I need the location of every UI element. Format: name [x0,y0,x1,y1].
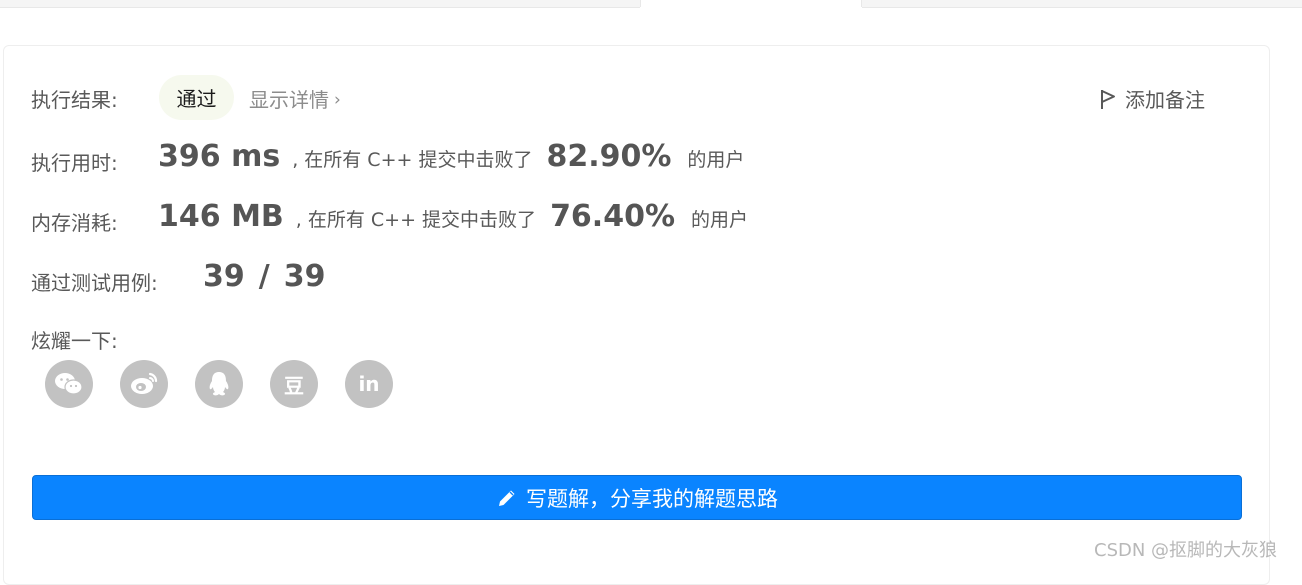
write-solution-button[interactable]: 写题解，分享我的解题思路 [32,475,1242,520]
testcases-separator: / [258,259,270,294]
linkedin-icon[interactable]: in [345,360,393,408]
memory-value: 146 MB [158,199,284,234]
runtime-value: 396 ms [158,139,281,174]
result-label: 执行结果: [31,88,118,112]
runtime-percent: 82.90% [546,139,672,174]
runtime-label: 执行用时: [31,151,118,175]
flag-icon [1101,89,1115,109]
tab-right[interactable] [862,0,1302,8]
wechat-icon[interactable] [45,360,93,408]
memory-beat-text: , 在所有 C++ 提交中击败了 [295,209,537,231]
watermark: CSDN @抠脚的大灰狼 [1094,540,1278,561]
memory-percent: 76.40% [550,199,676,234]
tab-active[interactable] [640,0,862,7]
runtime-suffix: 的用户 [687,149,745,171]
runtime-beat-text: , 在所有 C++ 提交中击败了 [292,149,533,171]
runtime-stat: 396 ms , 在所有 C++ 提交中击败了 82.90% 的用户 [158,139,744,174]
tab-left[interactable] [0,0,640,8]
share-label: 炫耀一下: [31,329,118,353]
share-icons: 豆 in [45,360,420,408]
top-tab-strip [0,0,1302,8]
write-solution-label: 写题解，分享我的解题思路 [526,486,778,511]
testcases-stat: 39 / 39 [203,259,325,294]
memory-stat: 146 MB , 在所有 C++ 提交中击败了 76.40% 的用户 [158,199,748,234]
show-details-link[interactable]: 显示详情 › [249,84,341,113]
status-badge: 通过 [159,75,234,120]
testcases-label: 通过测试用例: [31,271,158,295]
douban-glyph: 豆 [284,373,304,398]
weibo-icon[interactable] [120,360,168,408]
show-details-label: 显示详情 [249,88,329,112]
testcases-total: 39 [283,259,326,294]
memory-label: 内存消耗: [31,211,118,235]
add-note-button[interactable]: 添加备注 [1099,84,1205,113]
chevron-right-icon: › [334,90,341,110]
qq-icon[interactable] [195,360,243,408]
add-note-label: 添加备注 [1125,88,1205,112]
linkedin-glyph: in [358,372,380,396]
douban-icon[interactable]: 豆 [270,360,318,408]
memory-suffix: 的用户 [691,209,749,231]
testcases-passed: 39 [203,259,245,294]
pencil-icon [499,490,515,506]
